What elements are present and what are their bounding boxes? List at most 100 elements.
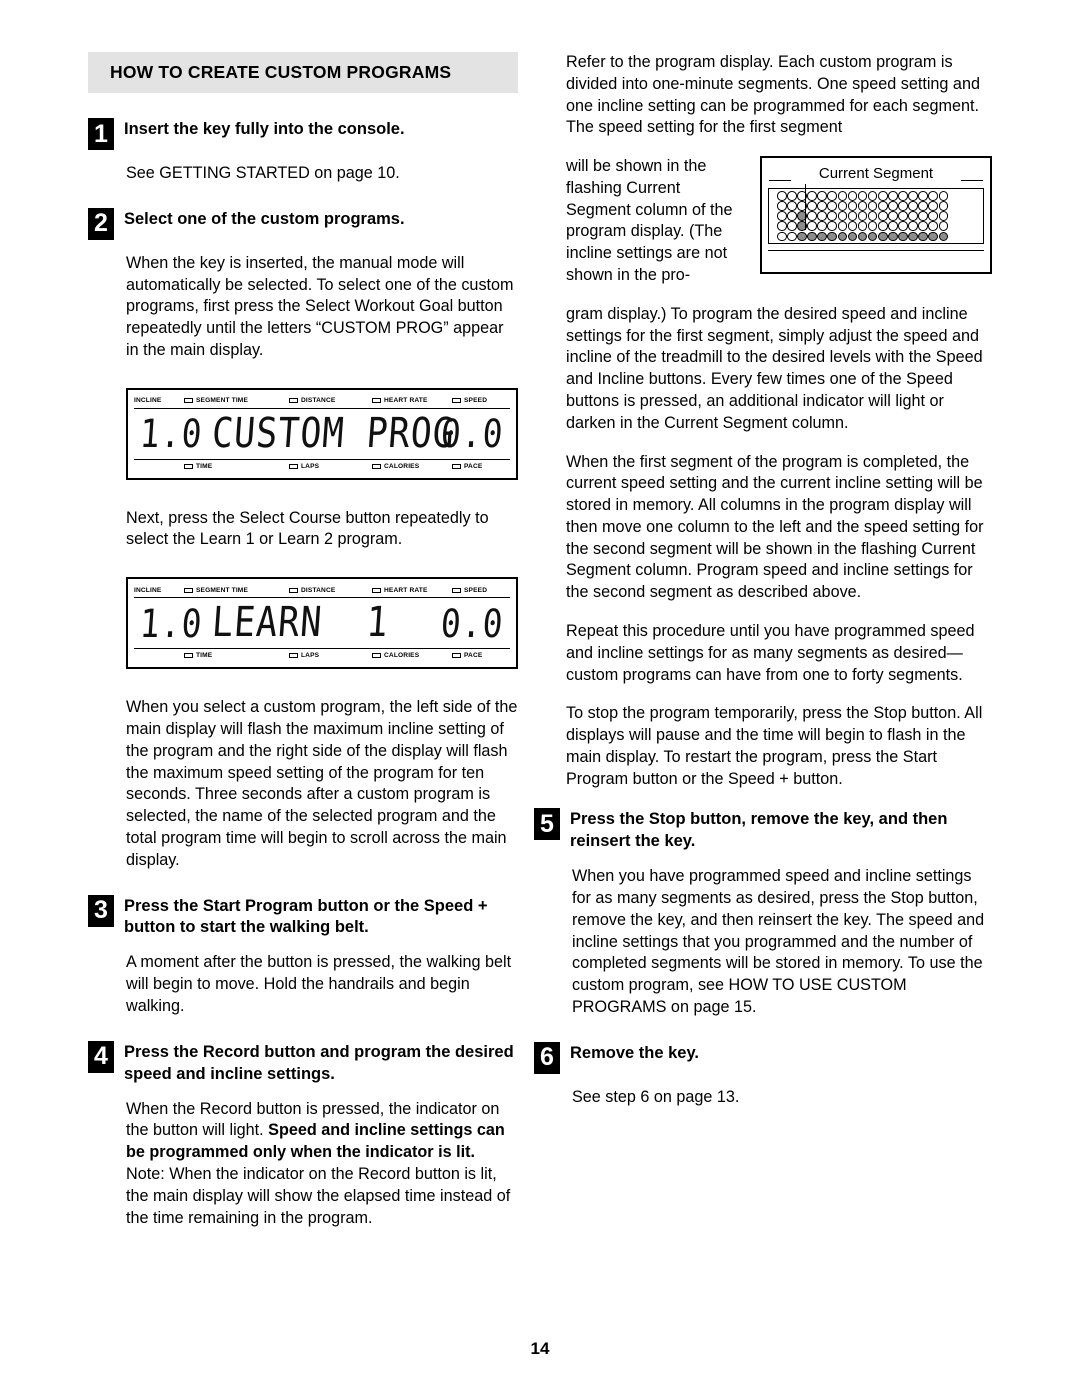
dot-empty	[837, 201, 848, 211]
lcd-value-main: LEARN 1	[210, 599, 391, 647]
dot-filled	[827, 231, 838, 242]
dot-matrix-row	[777, 201, 981, 211]
dot-empty	[908, 211, 918, 221]
dot-empty	[817, 201, 827, 211]
lcd-label-distance: DISTANCE	[289, 397, 335, 404]
dot-empty	[827, 201, 838, 211]
step-title: Press the Stop button, remove the key, a…	[570, 810, 948, 851]
dot-empty	[867, 211, 878, 221]
lcd-indicator-icon	[452, 653, 461, 659]
lcd-indicator-icon	[184, 653, 193, 659]
dot-empty	[938, 191, 949, 201]
dot-filled	[847, 231, 858, 242]
lcd-label-text: SEGMENT TIME	[196, 397, 248, 405]
lcd-label-text: INCLINE	[134, 586, 162, 594]
dot-empty	[867, 221, 878, 231]
lcd-label-text: HEART RATE	[384, 586, 428, 594]
step-number-badge: 6	[534, 1041, 560, 1074]
manual-page: HOW TO CREATE CUSTOM PROGRAMS 1 Insert t…	[0, 0, 1080, 1397]
lcd-label-text: LAPS	[301, 652, 320, 660]
step-number-badge: 4	[88, 1040, 114, 1073]
step-number-badge: 2	[88, 207, 114, 240]
dot-empty	[807, 211, 817, 221]
dot-matrix-row	[777, 211, 981, 221]
dot-empty	[898, 221, 908, 231]
lcd-value-left: 1.0	[138, 600, 205, 647]
lcd-label-text: SPEED	[464, 586, 488, 594]
dot-empty	[847, 191, 858, 201]
dot-empty	[827, 211, 838, 221]
dot-empty	[928, 211, 938, 221]
dot-filled	[837, 231, 848, 242]
right-paragraph-6: To stop the program temporarily, press t…	[566, 704, 983, 788]
dot-empty	[928, 221, 938, 231]
lcd-bottom-labels: TIME LAPS CALORIES PACE	[134, 649, 510, 661]
lcd-label-laps: LAPS	[289, 463, 319, 470]
dot-matrix-row	[777, 221, 981, 231]
dot-empty	[938, 201, 949, 211]
lcd-label-incline: INCLINE	[134, 587, 161, 594]
console-display-custom-prog: INCLINE SEGMENT TIME DISTANCE HEART RATE…	[126, 387, 518, 480]
step-1: 1 Insert the key fully into the console.	[88, 117, 518, 150]
dot-empty	[898, 191, 908, 201]
lcd-indicator-icon	[184, 587, 193, 593]
lcd-value-left: 1.0	[138, 410, 205, 457]
lcd-label-text: INCLINE	[134, 397, 162, 405]
step-title: Press the Record button and program the …	[124, 1042, 514, 1083]
dot-empty	[877, 201, 888, 211]
dot-empty	[857, 201, 868, 211]
lcd-indicator-icon	[289, 653, 298, 659]
dot-empty	[807, 191, 817, 201]
dot-filled	[908, 231, 918, 242]
step-4-body-part2: Note: When the indicator on the Record b…	[126, 1164, 511, 1227]
dot-empty	[807, 201, 817, 211]
lcd-indicator-icon	[289, 587, 298, 593]
lcd-label-text: HEART RATE	[384, 397, 428, 405]
lcd-indicator-icon	[289, 398, 298, 404]
step-number-badge: 3	[88, 894, 114, 927]
lcd-label-text: PACE	[464, 652, 483, 660]
dot-empty	[888, 211, 898, 221]
step-4-body: When the Record button is pressed, the i…	[126, 1099, 518, 1230]
dot-empty	[787, 191, 797, 201]
lcd-label-heart-rate: HEART RATE	[372, 587, 428, 594]
program-display-figure: Current Segment	[760, 156, 992, 275]
step-3-body: A moment after the button is pressed, th…	[126, 953, 512, 1015]
dot-empty	[928, 201, 938, 211]
lcd-label-text: DISTANCE	[301, 586, 336, 594]
right-paragraph-3: gram display.) To program the desired sp…	[566, 304, 983, 432]
lcd-top-labels: INCLINE SEGMENT TIME DISTANCE HEART RATE…	[134, 395, 510, 407]
step-number-badge: 5	[534, 808, 560, 841]
right-paragraph-2: will be shown in the flashing Current Se…	[566, 157, 733, 285]
dot-empty	[938, 221, 949, 231]
dot-empty	[857, 211, 868, 221]
dot-filled	[938, 231, 949, 242]
dot-empty	[777, 211, 787, 221]
dot-empty	[888, 191, 898, 201]
step-2: 2 Select one of the custom programs.	[88, 207, 518, 240]
dot-empty	[787, 201, 797, 211]
dot-empty	[807, 221, 817, 231]
right-paragraph-4: When the first segment of the program is…	[566, 452, 984, 602]
step-title: Press the Start Program button or the Sp…	[124, 896, 488, 937]
dot-empty	[877, 221, 888, 231]
dot-matrix-row	[777, 231, 981, 242]
lcd-label-speed: SPEED	[452, 397, 487, 404]
lcd-indicator-icon	[372, 398, 381, 404]
lcd-bottom-labels: TIME LAPS CALORIES PACE	[134, 460, 510, 472]
lcd-label-time: TIME	[184, 652, 212, 659]
lcd-label-text: DISTANCE	[301, 397, 336, 405]
dot-empty	[847, 201, 858, 211]
dot-filled	[898, 231, 908, 242]
dot-empty	[918, 201, 928, 211]
dot-empty	[827, 221, 838, 231]
dot-empty	[918, 191, 928, 201]
step-title: Remove the key.	[570, 1043, 700, 1062]
dot-empty	[938, 211, 949, 221]
console-display-learn-1: INCLINE SEGMENT TIME DISTANCE HEART RATE…	[126, 577, 518, 670]
dot-empty	[787, 221, 797, 231]
lcd-indicator-icon	[184, 398, 193, 404]
dot-empty	[918, 211, 928, 221]
lcd-indicator-icon	[452, 463, 461, 469]
lcd-label-speed: SPEED	[452, 587, 487, 594]
